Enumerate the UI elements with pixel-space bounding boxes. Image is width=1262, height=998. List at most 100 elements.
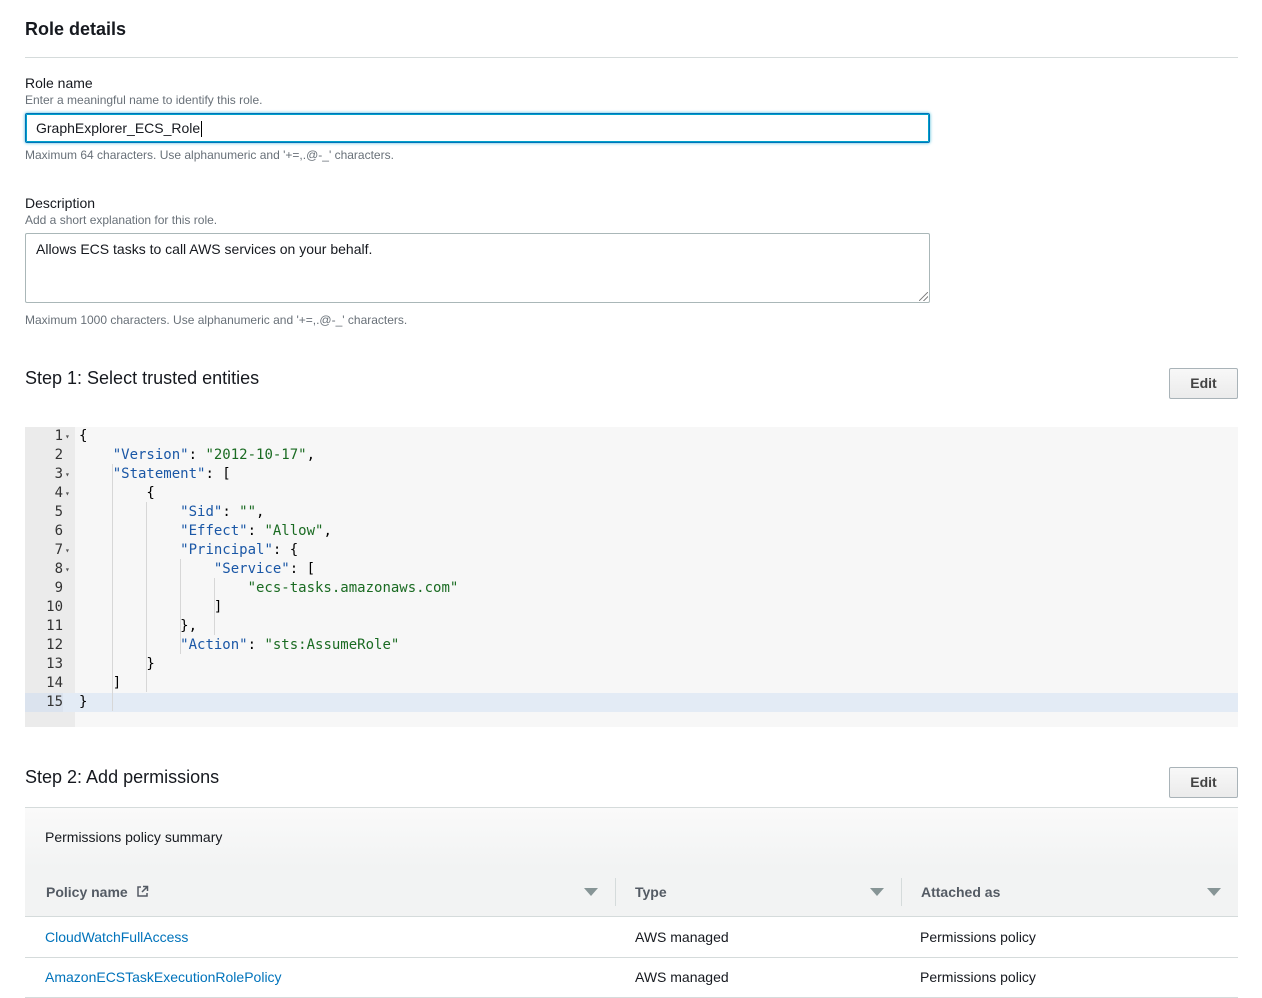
- json-key: "Sid": [180, 504, 223, 520]
- column-separator: [901, 878, 902, 906]
- trust-policy-editor[interactable]: 1 ▾{2 "Version": "2012-10-17", 3 ▾ "Stateme…: [25, 427, 1238, 727]
- description-label: Description: [25, 195, 96, 211]
- description-constraint: Maximum 1000 characters. Use alphanumeri…: [25, 313, 408, 327]
- code-line: 9 "ecs-tasks.amazonaws.com": [25, 579, 1238, 598]
- column-header-policy-name[interactable]: Policy name: [46, 868, 149, 916]
- column-separator: [615, 878, 616, 906]
- code-text: {: [79, 485, 155, 501]
- json-string: "Allow": [264, 523, 324, 539]
- description-description: Add a short explanation for this role.: [25, 213, 218, 227]
- fold-toggle-icon[interactable]: ▾: [65, 541, 73, 560]
- indent-guide: [112, 464, 113, 711]
- role-name-value: GraphExplorer_ECS_Role: [36, 120, 201, 136]
- line-number: 11: [46, 618, 63, 634]
- fold-toggle-icon[interactable]: ▾: [65, 560, 73, 579]
- json-key: "Effect": [180, 523, 248, 539]
- json-string: "sts:AssumeRole": [264, 637, 400, 653]
- line-number: 12: [46, 637, 63, 653]
- policy-type: AWS managed: [635, 929, 729, 945]
- column-header-attached-as[interactable]: Attached as: [921, 868, 1000, 916]
- permissions-summary-header: Permissions policy summary: [25, 808, 1238, 869]
- description-value: Allows ECS tasks to call AWS services on…: [36, 241, 373, 257]
- section-title-role-details: Role details: [25, 19, 127, 39]
- step1-title: Step 1: Select trusted entities: [25, 368, 260, 388]
- table-header: Policy name Type Attached as: [25, 868, 1238, 917]
- code-line: 12 "Action": "sts:AssumeRole": [25, 636, 1238, 655]
- line-number: 5: [54, 504, 63, 520]
- code-text: }: [79, 694, 88, 710]
- json-string: "ecs-tasks.amazonaws.com": [247, 580, 459, 596]
- code-line: 15}: [25, 693, 1238, 712]
- step1-edit-button[interactable]: Edit: [1169, 368, 1238, 399]
- code-text: {: [79, 428, 88, 444]
- summary-title: Permissions policy summary: [45, 829, 223, 845]
- column-header-type[interactable]: Type: [635, 868, 667, 916]
- json-key: "Service": [213, 561, 290, 577]
- code-line: 1 ▾ {: [25, 427, 1238, 446]
- line-number: 3: [54, 466, 63, 482]
- sort-caret-icon[interactable]: [584, 888, 598, 896]
- code-line: 5 "Sid": "",: [25, 503, 1238, 522]
- json-key: "Action": [180, 637, 248, 653]
- policy-type: AWS managed: [635, 969, 729, 985]
- role-name-constraint: Maximum 64 characters. Use alphanumeric …: [25, 148, 394, 162]
- role-name-description: Enter a meaningful name to identify this…: [25, 93, 263, 107]
- indent-guide: [180, 559, 181, 654]
- fold-toggle-icon[interactable]: ▾: [65, 465, 73, 484]
- line-number: 7: [54, 542, 63, 558]
- code-text: ]: [79, 675, 122, 691]
- policy-link[interactable]: CloudWatchFullAccess: [45, 929, 188, 945]
- step2-title: Step 2: Add permissions: [25, 767, 220, 787]
- role-name-input[interactable]: GraphExplorer_ECS_Role: [25, 113, 930, 143]
- code-line: 4 ▾ {: [25, 484, 1238, 503]
- fold-toggle-icon[interactable]: ▾: [65, 484, 73, 503]
- code-line: 3 ▾ "Statement": [: [25, 465, 1238, 484]
- code-text: "Effect": "Allow",: [180, 523, 332, 539]
- code-text: ]: [79, 599, 223, 615]
- policy-attached-as: Permissions policy: [920, 969, 1036, 985]
- code-line: 11 },: [25, 617, 1238, 636]
- fold-toggle-icon[interactable]: ▾: [65, 427, 73, 446]
- code-line: 6 "Effect": "Allow",: [25, 522, 1238, 541]
- code-text: "Action": "sts:AssumeRole": [180, 637, 400, 653]
- json-string: "": [239, 504, 257, 520]
- code-text: "ecs-tasks.amazonaws.com": [79, 579, 459, 598]
- json-key: "Version": [112, 447, 189, 463]
- line-number: 14: [46, 675, 63, 691]
- policy-link[interactable]: AmazonECSTaskExecutionRolePolicy: [45, 969, 282, 985]
- line-number: 8: [54, 561, 63, 577]
- divider: [25, 57, 1238, 58]
- code-text: "Service": [: [213, 561, 316, 577]
- description-textarea[interactable]: Allows ECS tasks to call AWS services on…: [25, 233, 930, 303]
- code-text: "Sid": "",: [180, 504, 265, 520]
- resize-handle[interactable]: [919, 292, 928, 301]
- line-number: 6: [54, 523, 63, 539]
- external-link-icon: [136, 885, 148, 897]
- line-number: 10: [46, 599, 63, 615]
- line-number: 2: [54, 447, 63, 463]
- step2-edit-button[interactable]: Edit: [1169, 767, 1238, 798]
- code-line: 10 ]: [25, 598, 1238, 617]
- line-number: 9: [54, 580, 63, 596]
- role-name-label: Role name: [25, 75, 93, 91]
- json-string: "2012-10-17": [205, 447, 307, 463]
- column-label: Policy name: [46, 884, 128, 900]
- code-line: 14 ]: [25, 674, 1238, 693]
- sort-caret-icon[interactable]: [1207, 888, 1221, 896]
- code-text: "Statement": [: [112, 466, 231, 482]
- json-key: "Principal": [180, 542, 273, 558]
- policy-attached-as: Permissions policy: [920, 929, 1036, 945]
- line-number: 1: [54, 428, 63, 444]
- code-text: "Version": "2012-10-17",: [112, 447, 316, 463]
- json-key: "Statement": [112, 466, 206, 482]
- text-cursor: [201, 121, 203, 138]
- table-row: CloudWatchFullAccess AWS managed Permiss…: [25, 917, 1238, 958]
- code-line: 7 ▾ "Principal": {: [25, 541, 1238, 560]
- indent-guide: [146, 502, 147, 692]
- line-number: 15: [25, 693, 63, 712]
- code-text: }: [79, 656, 155, 672]
- code-line: 2 "Version": "2012-10-17",: [25, 446, 1238, 465]
- indent-guide: [214, 578, 215, 635]
- sort-caret-icon[interactable]: [870, 888, 884, 896]
- line-number: 4: [54, 485, 63, 501]
